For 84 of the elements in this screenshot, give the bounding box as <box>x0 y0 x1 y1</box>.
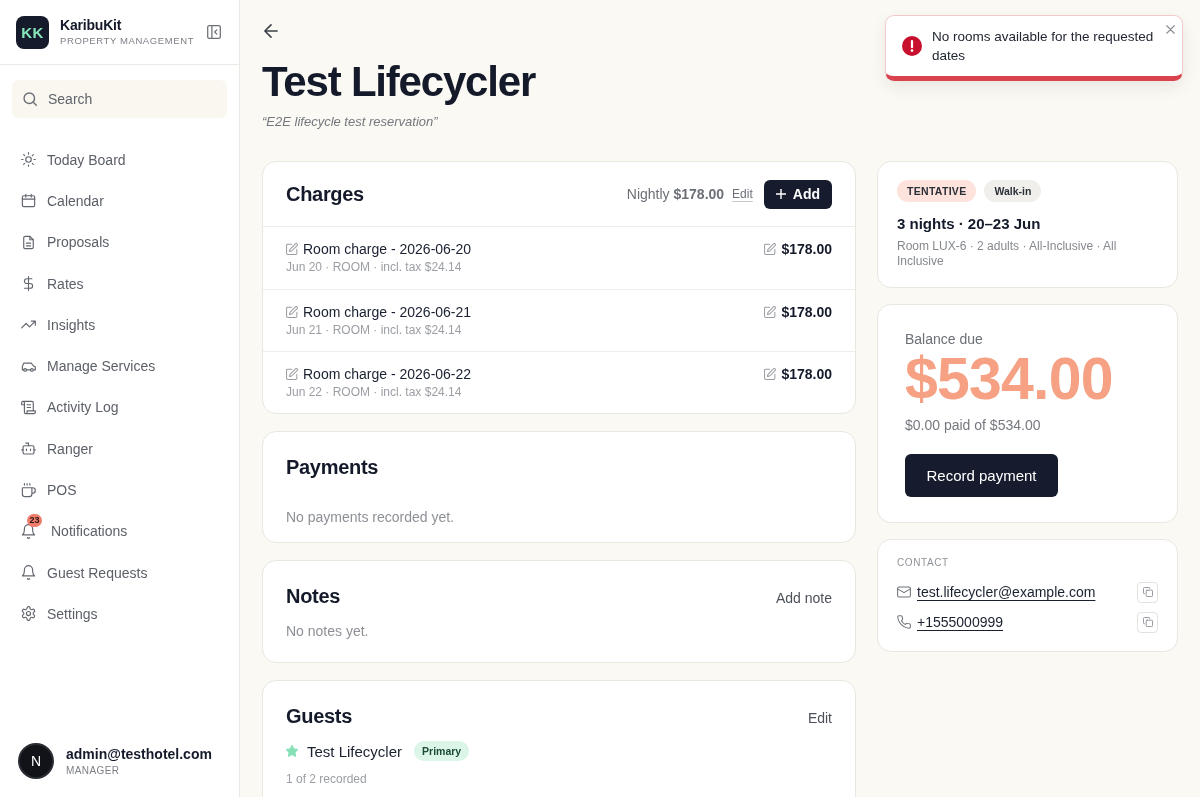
copy-icon <box>1142 587 1153 597</box>
paid-summary: $0.00 paid of $534.00 <box>905 416 1041 434</box>
page-title: Test Lifecycler <box>262 58 536 106</box>
plus-icon <box>775 189 786 199</box>
sidebar-item[interactable]: Insights <box>12 304 227 346</box>
record-payment-button[interactable]: Record payment <box>905 454 1058 497</box>
email-link[interactable]: test.lifecycler@example.com <box>917 584 1096 600</box>
user-email: admin@testhotel.com <box>66 745 212 763</box>
section-title: Payments <box>286 455 379 480</box>
sun-icon <box>20 152 36 168</box>
stay-summary: 3 nights · 20–23 Jun <box>897 215 1041 233</box>
alert-icon <box>902 36 922 56</box>
cup-icon <box>20 482 36 498</box>
section-title: Notes <box>286 584 341 609</box>
edit-icon[interactable] <box>764 305 777 318</box>
empty-message: No payments recorded yet. <box>286 508 455 526</box>
phone-link[interactable]: +1555000999 <box>917 614 1004 630</box>
user-role: MANAGER <box>66 763 120 777</box>
balance-amount: $534.00 <box>905 348 1113 410</box>
charge-amount: $178.00 <box>781 240 832 257</box>
charge-title: Room charge - 2026-06-22 <box>303 365 472 382</box>
copy-icon <box>1142 617 1153 627</box>
charge-details: Jun 21 · ROOM · incl. tax $24.14 <box>286 323 463 338</box>
guest-count: 1 of 2 recorded <box>286 772 367 787</box>
sidebar-item[interactable]: Manage Services <box>12 345 227 387</box>
empty-message: No notes yet. <box>286 622 369 640</box>
add-button[interactable]: Add <box>763 179 832 209</box>
contact-heading: CONTACT <box>897 557 949 569</box>
robot-icon <box>20 441 36 457</box>
sidebar-item[interactable]: Today Board <box>12 139 227 181</box>
sidebar-item[interactable]: 23 Notifications <box>12 510 227 552</box>
section-title: Charges <box>286 182 364 207</box>
charge-details: Jun 20 · ROOM · incl. tax $24.14 <box>286 260 463 275</box>
add-note-link[interactable]: Add note <box>775 586 832 606</box>
brand-name: KaribuKit <box>60 17 122 34</box>
reservation-note: “E2E lifecycle test reservation” <box>262 113 438 131</box>
stay-details: Room LUX-6 · 2 adults · All-Inclusive · All Inclusive <box>897 239 1118 269</box>
bell-icon <box>20 523 36 539</box>
sidebar-item[interactable]: Settings <box>12 593 227 635</box>
edit-icon[interactable] <box>286 305 298 318</box>
charge-title: Room charge - 2026-06-21 <box>303 303 472 320</box>
copy-button[interactable] <box>1137 581 1158 603</box>
sidebar-item[interactable]: Calendar <box>12 180 227 222</box>
status-tag: Walk-in <box>984 180 1042 202</box>
search-field[interactable]: Search <box>12 80 227 118</box>
edit-icon[interactable] <box>286 242 298 255</box>
balance-label: Balance due <box>905 330 983 348</box>
charge-amount: $178.00 <box>781 365 832 382</box>
copy-button[interactable] <box>1137 611 1158 633</box>
charge-amount: $178.00 <box>781 303 832 320</box>
sidebar-item[interactable]: Guest Requests <box>12 551 227 594</box>
sidebar-toggle-icon[interactable] <box>207 25 221 39</box>
nightly-rate: Nightly $178.00 <box>626 186 725 202</box>
notification-count: 23 <box>27 514 42 528</box>
scroll-icon <box>20 399 36 415</box>
close-icon[interactable] <box>1166 25 1175 34</box>
edit-icon[interactable] <box>764 242 777 255</box>
sidebar-item[interactable]: Ranger <box>12 428 227 470</box>
sidebar-item[interactable]: POS <box>12 469 227 511</box>
calendar-icon <box>20 193 36 209</box>
status-tag: TENTATIVE <box>897 180 977 202</box>
sidebar-item[interactable]: Activity Log <box>12 386 227 429</box>
toast-message: No rooms available for the requested dates <box>932 28 1155 65</box>
sidebar-item[interactable]: Proposals <box>12 221 227 263</box>
search-icon <box>23 92 37 106</box>
edit-link[interactable]: Edit <box>807 706 832 726</box>
charge-details: Jun 22 · ROOM · incl. tax $24.14 <box>286 385 463 400</box>
bell-icon <box>20 565 36 581</box>
document-icon <box>20 234 36 250</box>
edit-icon[interactable] <box>286 367 298 380</box>
sidebar-item[interactable]: Rates <box>12 262 227 305</box>
guest-name: Test Lifecycler <box>307 742 403 760</box>
phone-icon <box>897 615 911 629</box>
edit-icon[interactable] <box>764 367 777 380</box>
settings-icon <box>20 606 36 622</box>
brand-tagline: PROPERTY MANAGEMENT <box>60 35 195 47</box>
logo: KK <box>16 15 49 49</box>
user-avatar[interactable]: N <box>18 743 54 779</box>
charge-title: Room charge - 2026-06-20 <box>303 240 472 257</box>
section-title: Guests <box>286 704 352 729</box>
back-arrow-icon[interactable] <box>264 24 278 38</box>
mail-icon <box>897 585 911 599</box>
edit-link[interactable]: Edit <box>732 187 753 201</box>
primary-tag: Primary <box>414 741 470 761</box>
